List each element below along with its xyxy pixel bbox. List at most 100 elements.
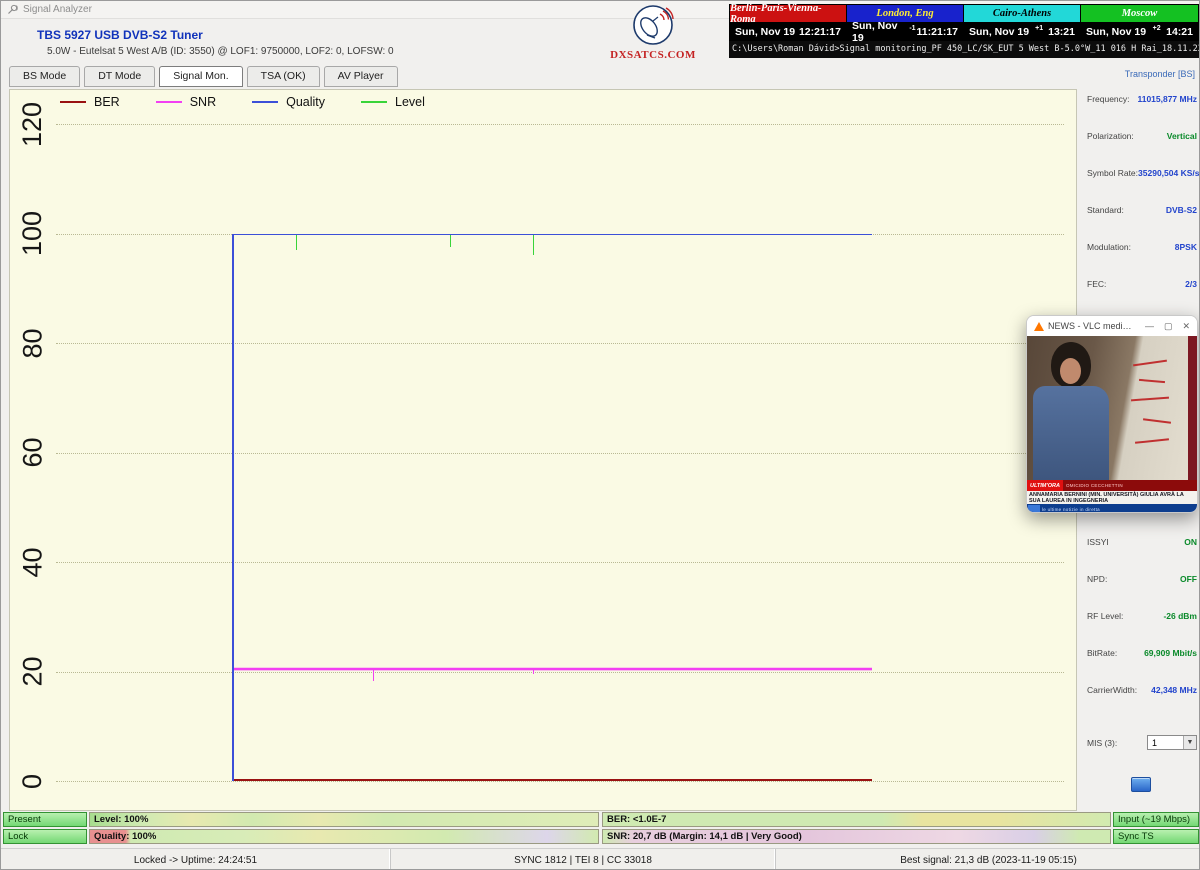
close-button[interactable]: ✕ — [1182, 321, 1190, 332]
clock-date: Sun, Nov 19 — [735, 26, 795, 38]
statusbar: Locked -> Uptime: 24:24:51 SYNC 1812 | T… — [1, 848, 1200, 870]
clock-time-row: Sun, Nov 19 +2 14:21 — [1081, 22, 1198, 41]
gridline — [56, 672, 1064, 673]
y-axis-tick-label: 20 — [12, 642, 54, 702]
chart-legend: BERSNRQualityLevel — [60, 95, 425, 109]
series-quality-rise — [232, 234, 234, 782]
y-axis-tick-label: 60 — [12, 423, 54, 483]
dxsatcs-logo: DXSATCS.COM — [605, 4, 701, 61]
panel-bottom-icon[interactable] — [1131, 777, 1151, 792]
maximize-button[interactable]: ▢ — [1164, 321, 1173, 332]
field-modulation: Modulation: 8PSK — [1087, 242, 1197, 252]
field-value: ON — [1184, 537, 1197, 547]
statusbar-lock-uptime: Locked -> Uptime: 24:24:51 — [1, 849, 391, 870]
gridline — [56, 562, 1064, 563]
series-dip — [296, 234, 297, 250]
field-label: CarrierWidth: — [1087, 685, 1137, 695]
vlc-video-area[interactable]: ULTIM'ORA OMICIDIO CECCHETTIN ANNAMARIA … — [1027, 336, 1197, 513]
mode-tabs: BS Mode DT Mode Signal Mon. TSA (OK) AV … — [9, 66, 398, 87]
video-right-red-strip — [1188, 336, 1197, 480]
field-label: Frequency: — [1087, 94, 1130, 104]
breaking-news-label: ULTIM'ORA — [1027, 480, 1063, 491]
input-badge: Input (~19 Mbps) — [1113, 812, 1199, 827]
field-mis: MIS (3): 1 ▼ — [1087, 735, 1197, 750]
field-value: 8PSK — [1175, 242, 1197, 252]
clock-time-row: Sun, Nov 19 +1 13:21 — [964, 22, 1080, 41]
legend-swatch — [60, 101, 86, 103]
breaking-news-topic: OMICIDIO CECCHETTIN — [1063, 483, 1123, 488]
clock-city-label: Berlin-Paris-Vienna-Roma — [730, 5, 846, 22]
gridline — [56, 124, 1064, 125]
y-axis-tick-label: 80 — [12, 313, 54, 373]
field-value: 42,348 MHz — [1151, 685, 1197, 695]
news-anchor-face — [1060, 358, 1081, 384]
clock-london: London, Eng Sun, Nov 19 -1 11:21:17 — [847, 5, 964, 41]
series-dip — [450, 234, 451, 248]
clock-time-value: 11:21:17 — [917, 26, 958, 38]
series-ber — [232, 779, 872, 781]
clock-utc-offset: +2 — [1153, 25, 1161, 32]
quality-bar: Quality: 100% — [89, 829, 599, 844]
world-clocks: Berlin-Paris-Vienna-Roma Sun, Nov 19 12:… — [729, 4, 1199, 42]
legend-label: Quality — [286, 95, 325, 109]
vlc-cone-icon — [1034, 322, 1044, 331]
field-label: RF Level: — [1087, 611, 1123, 621]
vlc-titlebar[interactable]: NEWS - VLC media... — ▢ ✕ — [1027, 316, 1197, 336]
clock-time-row: Sun, Nov 19 -1 11:21:17 — [847, 22, 963, 41]
field-label: Symbol Rate: — [1087, 168, 1138, 178]
series-dip — [533, 234, 534, 256]
tuner-info: 5.0W - Eutelsat 5 West A/B (ID: 3550) @ … — [47, 46, 394, 57]
field-label: Standard: — [1087, 205, 1124, 215]
tab-av-player[interactable]: AV Player — [324, 66, 398, 87]
tab-tsa[interactable]: TSA (OK) — [247, 66, 320, 87]
series-snr — [232, 668, 872, 670]
field-standard: Standard: DVB-S2 — [1087, 205, 1197, 215]
shirt-writing — [1133, 360, 1167, 367]
legend-item-quality: Quality — [252, 95, 325, 109]
field-value: -26 dBm — [1163, 611, 1197, 621]
field-carrier-width: CarrierWidth: 42,348 MHz — [1087, 685, 1197, 695]
transponder-panel-title: Transponder [BS] — [1125, 69, 1195, 79]
sync-ts-badge: Sync TS — [1113, 829, 1199, 844]
statusbar-best-signal: Best signal: 21,3 dB (2023-11-19 05:15) — [776, 849, 1200, 870]
legend-label: SNR — [190, 95, 216, 109]
legend-label: BER — [94, 95, 120, 109]
field-label: NPD: — [1087, 574, 1107, 584]
minimize-button[interactable]: — — [1145, 321, 1154, 331]
field-label: FEC: — [1087, 279, 1106, 289]
present-badge: Present — [3, 812, 87, 827]
series-dip — [373, 668, 374, 682]
clock-date: Sun, Nov 19 — [969, 26, 1029, 38]
field-label: Modulation: — [1087, 242, 1131, 252]
satellite-dish-icon — [631, 4, 675, 46]
tab-bs-mode[interactable]: BS Mode — [9, 66, 80, 87]
statusbar-sync-counters: SYNC 1812 | TEI 8 | CC 33018 — [391, 849, 776, 870]
gridline — [56, 453, 1064, 454]
mis-select[interactable]: 1 ▼ — [1147, 735, 1197, 750]
clock-moscow: Moscow Sun, Nov 19 +2 14:21 — [1081, 5, 1198, 41]
y-axis-tick-label: 0 — [12, 751, 54, 811]
clock-berlin: Berlin-Paris-Vienna-Roma Sun, Nov 19 12:… — [730, 5, 847, 41]
tab-dt-mode[interactable]: DT Mode — [84, 66, 155, 87]
field-value: 35290,504 KS/s — [1138, 168, 1199, 178]
field-value: 11015,877 MHz — [1137, 94, 1197, 104]
console-prompt[interactable]: C:\Users\Roman Dávid>Signal monitoring_P… — [729, 41, 1199, 58]
breaking-news-row: ULTIM'ORA OMICIDIO CECCHETTIN — [1027, 480, 1197, 491]
field-label: BitRate: — [1087, 648, 1117, 658]
tab-signal-mon[interactable]: Signal Mon. — [159, 66, 242, 87]
clock-time-row: Sun, Nov 19 12:21:17 — [730, 22, 846, 41]
level-bar: Level: 100% — [89, 812, 599, 827]
field-label: ISSYI — [1087, 537, 1109, 547]
news-overlay: ULTIM'ORA OMICIDIO CECCHETTIN ANNAMARIA … — [1027, 480, 1197, 513]
channel-badge — [1028, 505, 1040, 513]
legend-swatch — [361, 101, 387, 103]
plot-area — [56, 124, 1064, 781]
shirt-writing — [1131, 397, 1169, 402]
clock-time-value: 13:21 — [1048, 26, 1075, 38]
clock-time-value: 14:21 — [1166, 26, 1193, 38]
field-symbol-rate: Symbol Rate: 35290,504 KS/s — [1087, 168, 1197, 178]
shirt-writing — [1143, 418, 1171, 423]
field-frequency: Frequency: 11015,877 MHz — [1087, 94, 1197, 104]
shirt-writing — [1139, 379, 1165, 383]
clock-cairo: Cairo-Athens Sun, Nov 19 +1 13:21 — [964, 5, 1081, 41]
